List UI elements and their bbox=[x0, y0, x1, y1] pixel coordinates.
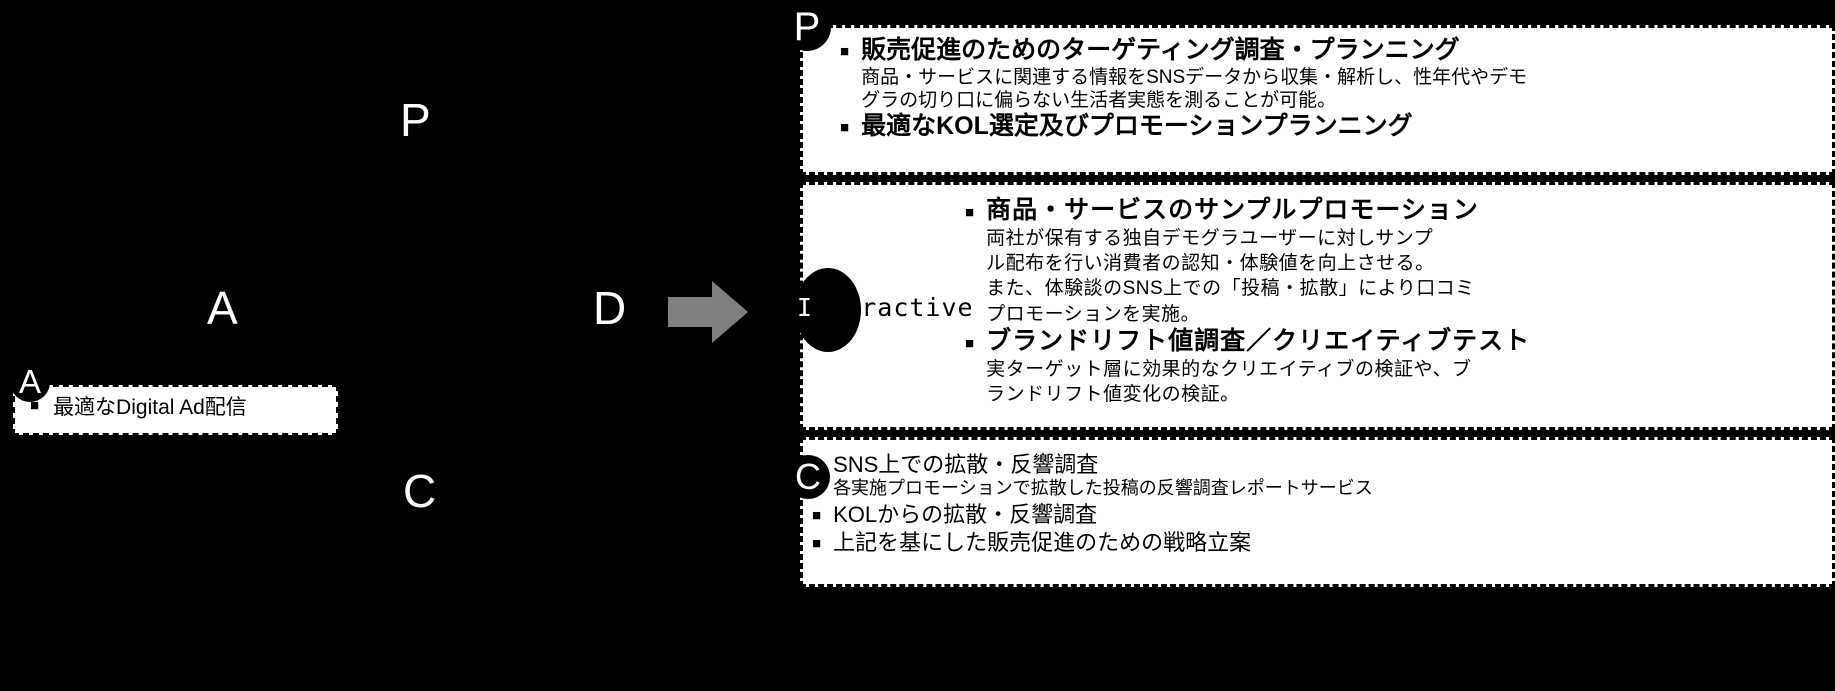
list-item-title: KOLからの拡散・反響調査 bbox=[833, 501, 1098, 527]
badge-interactive-rest: nteractive bbox=[813, 293, 974, 322]
right-arrow-icon bbox=[668, 281, 748, 343]
bullet-square-icon: ■ bbox=[965, 204, 975, 221]
list-item: ■ 商品・サービスのサンプルプロモーション 両社が保有する独自デモグラユーザーに… bbox=[965, 196, 1825, 327]
list-item-body: SNS上での拡散・反響調査 各実施プロモーションで拡散した投稿の反響調査レポート… bbox=[833, 452, 1812, 500]
list-item-body: 販売促進のためのターゲティング調査・プランニング 商品・サービスに関連する情報を… bbox=[861, 36, 1820, 112]
list-item-title: 販売促進のためのターゲティング調査・プランニング bbox=[861, 36, 1460, 64]
bullet-square-icon: ■ bbox=[840, 43, 850, 60]
bullet-square-icon: ■ bbox=[840, 118, 850, 136]
list-item-body: KOLからの拡散・反響調査 bbox=[833, 502, 1812, 528]
list-item-description: 実ターゲット層に効果的なクリエイティブの検証や、ブ ランドリフト値変化の検証。 bbox=[986, 358, 1472, 406]
badge-interactive-initial: I bbox=[797, 293, 814, 322]
list-item-title: 最適なDigital Ad配信 bbox=[53, 396, 247, 419]
list-item-description: 両社が保有する独自デモグラユーザーに対しサンプ ル配布を行い消費者の認知・体験値… bbox=[986, 227, 1475, 325]
list-item: ■ 販売促進のためのターゲティング調査・プランニング 商品・サービスに関連する情… bbox=[840, 36, 1820, 112]
list-item-body: 商品・サービスのサンプルプロモーション 両社が保有する独自デモグラユーザーに対し… bbox=[986, 196, 1825, 327]
list-item-body: 最適なKOL選定及びプロモーションプランニング bbox=[861, 112, 1820, 142]
list-item: ■ SNS上での拡散・反響調査 各実施プロモーションで拡散した投稿の反響調査レポ… bbox=[812, 452, 1812, 500]
list-item-description: 商品・サービスに関連する情報をSNSデータから収集・解析し、性年代やデモ グラの… bbox=[861, 66, 1528, 111]
list-item: ■ 最適なDigital Ad配信 bbox=[30, 396, 247, 421]
panel-a-content: ■ 最適なDigital Ad配信 bbox=[30, 396, 330, 421]
list-item-title: 商品・サービスのサンプルプロモーション bbox=[986, 196, 1479, 224]
bullet-square-icon: ■ bbox=[812, 534, 822, 552]
list-item-body: 最適なDigital Ad配信 bbox=[53, 396, 247, 421]
badge-interactive-label: Interactive bbox=[797, 293, 974, 322]
list-item: ■ ブランドリフト値調査／クリエイティブテスト 実ターゲット層に効果的なクリエイ… bbox=[965, 327, 1825, 407]
cycle-letter-c: C bbox=[403, 465, 437, 517]
list-item-body: ブランドリフト値調査／クリエイティブテスト 実ターゲット層に効果的なクリエイティ… bbox=[986, 327, 1825, 407]
list-item-title: 上記を基にした販売促進のための戦略立案 bbox=[833, 529, 1252, 555]
cycle-letter-p: P bbox=[400, 94, 431, 146]
list-item: ■ 上記を基にした販売促進のための戦略立案 bbox=[812, 530, 1812, 556]
badge-check: C bbox=[786, 455, 830, 499]
list-item-title: SNS上での拡散・反響調査 bbox=[833, 452, 1099, 477]
list-item-body: 上記を基にした販売促進のための戦略立案 bbox=[833, 530, 1812, 556]
list-item: ■ 最適なKOL選定及びプロモーションプランニング bbox=[840, 112, 1820, 142]
panel-plan-content: ■ 販売促進のためのターゲティング調査・プランニング 商品・サービスに関連する情… bbox=[840, 36, 1820, 141]
diagram-canvas: P A D C A ■ 最適なDigital Ad配信 P ■ 販売促進のための… bbox=[0, 0, 1835, 691]
badge-plan: P bbox=[783, 3, 831, 51]
list-item: ■ KOLからの拡散・反響調査 bbox=[812, 502, 1812, 528]
list-item-description: 各実施プロモーションで拡散した投稿の反響調査レポートサービス bbox=[833, 477, 1373, 498]
panel-interactive-content: ■ 商品・サービスのサンプルプロモーション 両社が保有する独自デモグラユーザーに… bbox=[965, 196, 1825, 408]
list-item-title: ブランドリフト値調査／クリエイティブテスト bbox=[986, 327, 1531, 356]
cycle-letter-d: D bbox=[593, 282, 627, 334]
badge-a: A bbox=[10, 362, 50, 402]
bullet-square-icon: ■ bbox=[812, 506, 822, 524]
panel-check-content: ■ SNS上での拡散・反響調査 各実施プロモーションで拡散した投稿の反響調査レポ… bbox=[812, 452, 1812, 558]
list-item-title: 最適なKOL選定及びプロモーションプランニング bbox=[861, 111, 1413, 140]
cycle-letter-a: A bbox=[207, 282, 238, 334]
bullet-square-icon: ■ bbox=[965, 335, 975, 353]
